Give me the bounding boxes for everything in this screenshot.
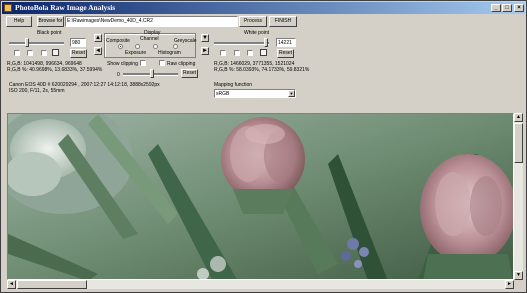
white-point-slider-track[interactable] [214, 42, 269, 45]
scroll-left-button[interactable]: ◄ [7, 280, 16, 289]
show-clipping-label: Show clipping [107, 61, 138, 67]
black-point-b-checkbox[interactable] [41, 50, 47, 56]
white-point-down-button[interactable]: ▼ [201, 34, 209, 42]
black-point-left-button[interactable]: ◄ [94, 47, 102, 55]
horizontal-scroll-thumb[interactable] [17, 280, 87, 289]
channel-radio-2[interactable] [153, 44, 158, 49]
greyscale-radio[interactable] [173, 44, 178, 49]
scroll-up-icon: ▲ [516, 114, 521, 120]
composite-label: Composite [106, 38, 130, 44]
minimize-icon: _ [494, 5, 498, 11]
white-point-title: White point [244, 30, 270, 36]
finish-button[interactable]: FINISH [269, 16, 297, 27]
greyscale-label: Greyscale [174, 38, 197, 44]
white-point-slider-thumb[interactable] [264, 38, 268, 47]
white-point-right-button[interactable]: ► [201, 47, 209, 55]
arrow-left-icon: ◄ [95, 48, 101, 54]
black-point-value-field[interactable]: 980 [70, 38, 86, 47]
image-preview[interactable] [7, 113, 514, 280]
help-button[interactable]: Help [6, 16, 32, 27]
black-point-title: Black point [37, 30, 62, 36]
vertical-scroll-thumb[interactable] [514, 123, 523, 163]
exposure-label: Exposure [125, 50, 147, 56]
black-point-g-checkbox[interactable] [27, 50, 33, 56]
scroll-down-icon: ▼ [516, 272, 521, 278]
close-icon: × [517, 5, 521, 11]
clipping-zero-label: 0 [117, 72, 120, 78]
arrow-down-icon: ▼ [202, 35, 208, 41]
flower-image [8, 114, 513, 279]
app-window: PhotoBola Raw Image Analysis _ □ × Help … [0, 0, 527, 293]
clipping-reset-button[interactable]: Reset [181, 69, 198, 78]
black-point-color-swatch [52, 49, 59, 56]
black-point-rgb-pct: R,G,B %: 40.9698%, 13.6833%, 37.5994% [7, 67, 103, 73]
show-clipping-checkbox[interactable] [140, 60, 146, 66]
raw-clipping-label: Raw clipping [167, 61, 196, 67]
raw-clipping-checkbox[interactable] [159, 60, 165, 66]
black-point-up-button[interactable]: ▲ [94, 34, 102, 42]
scroll-right-icon: ► [507, 281, 512, 287]
title-bar[interactable]: PhotoBola Raw Image Analysis _ □ × [2, 2, 525, 14]
minimize-button[interactable]: _ [491, 4, 501, 12]
histogram-label: Histogram [158, 50, 181, 56]
clipping-slider-thumb[interactable] [150, 69, 154, 78]
channel-radio-1[interactable] [135, 44, 140, 49]
white-point-b-checkbox[interactable] [247, 50, 253, 56]
black-point-reset-button[interactable]: Reset [70, 49, 87, 58]
exif-exposure-info: ISO 200, F/11, 2s, 55mm [9, 88, 65, 94]
white-point-r-checkbox[interactable] [220, 50, 226, 56]
chevron-down-icon: ▼ [289, 91, 294, 96]
scroll-right-button[interactable]: ► [505, 280, 514, 289]
vertical-scrollbar[interactable]: ▲ ▼ [514, 113, 523, 280]
scroll-down-button[interactable]: ▼ [514, 271, 523, 280]
black-point-slider-thumb[interactable] [25, 38, 29, 47]
close-button[interactable]: × [514, 4, 524, 12]
arrow-right-icon: ► [202, 48, 208, 54]
black-point-slider-track[interactable] [9, 42, 64, 45]
browse-button[interactable]: Browse for [37, 16, 64, 27]
app-icon [4, 4, 12, 12]
mapping-function-value: sRGB [216, 91, 230, 97]
white-point-reset-button[interactable]: Reset [277, 49, 294, 58]
composite-radio[interactable] [118, 44, 123, 49]
mapping-dropdown-button[interactable]: ▼ [288, 90, 295, 97]
scroll-up-button[interactable]: ▲ [514, 113, 523, 122]
arrow-up-icon: ▲ [95, 35, 101, 41]
white-point-value-field[interactable]: 14221 [276, 38, 296, 47]
process-button[interactable]: Process [239, 16, 267, 27]
horizontal-scrollbar[interactable]: ◄ ► [7, 280, 514, 289]
black-point-r-checkbox[interactable] [14, 50, 20, 56]
mapping-function-select[interactable]: sRGB [214, 89, 296, 98]
scroll-left-icon: ◄ [9, 281, 14, 287]
channel-label: Channel [140, 36, 159, 42]
maximize-button[interactable]: □ [502, 4, 512, 12]
maximize-icon: □ [505, 5, 509, 11]
file-path-field[interactable]: E:\Rawimages\NewDemo_40D_4.CR2 [65, 16, 238, 27]
window-title: PhotoBola Raw Image Analysis [15, 3, 116, 12]
mapping-function-label: Mapping function [214, 82, 253, 88]
white-point-color-swatch [260, 49, 267, 56]
white-point-g-checkbox[interactable] [234, 50, 240, 56]
white-point-rgb-pct: R,G,B %: 58.0393%, 74.1733%, 59.8321% [214, 67, 310, 73]
